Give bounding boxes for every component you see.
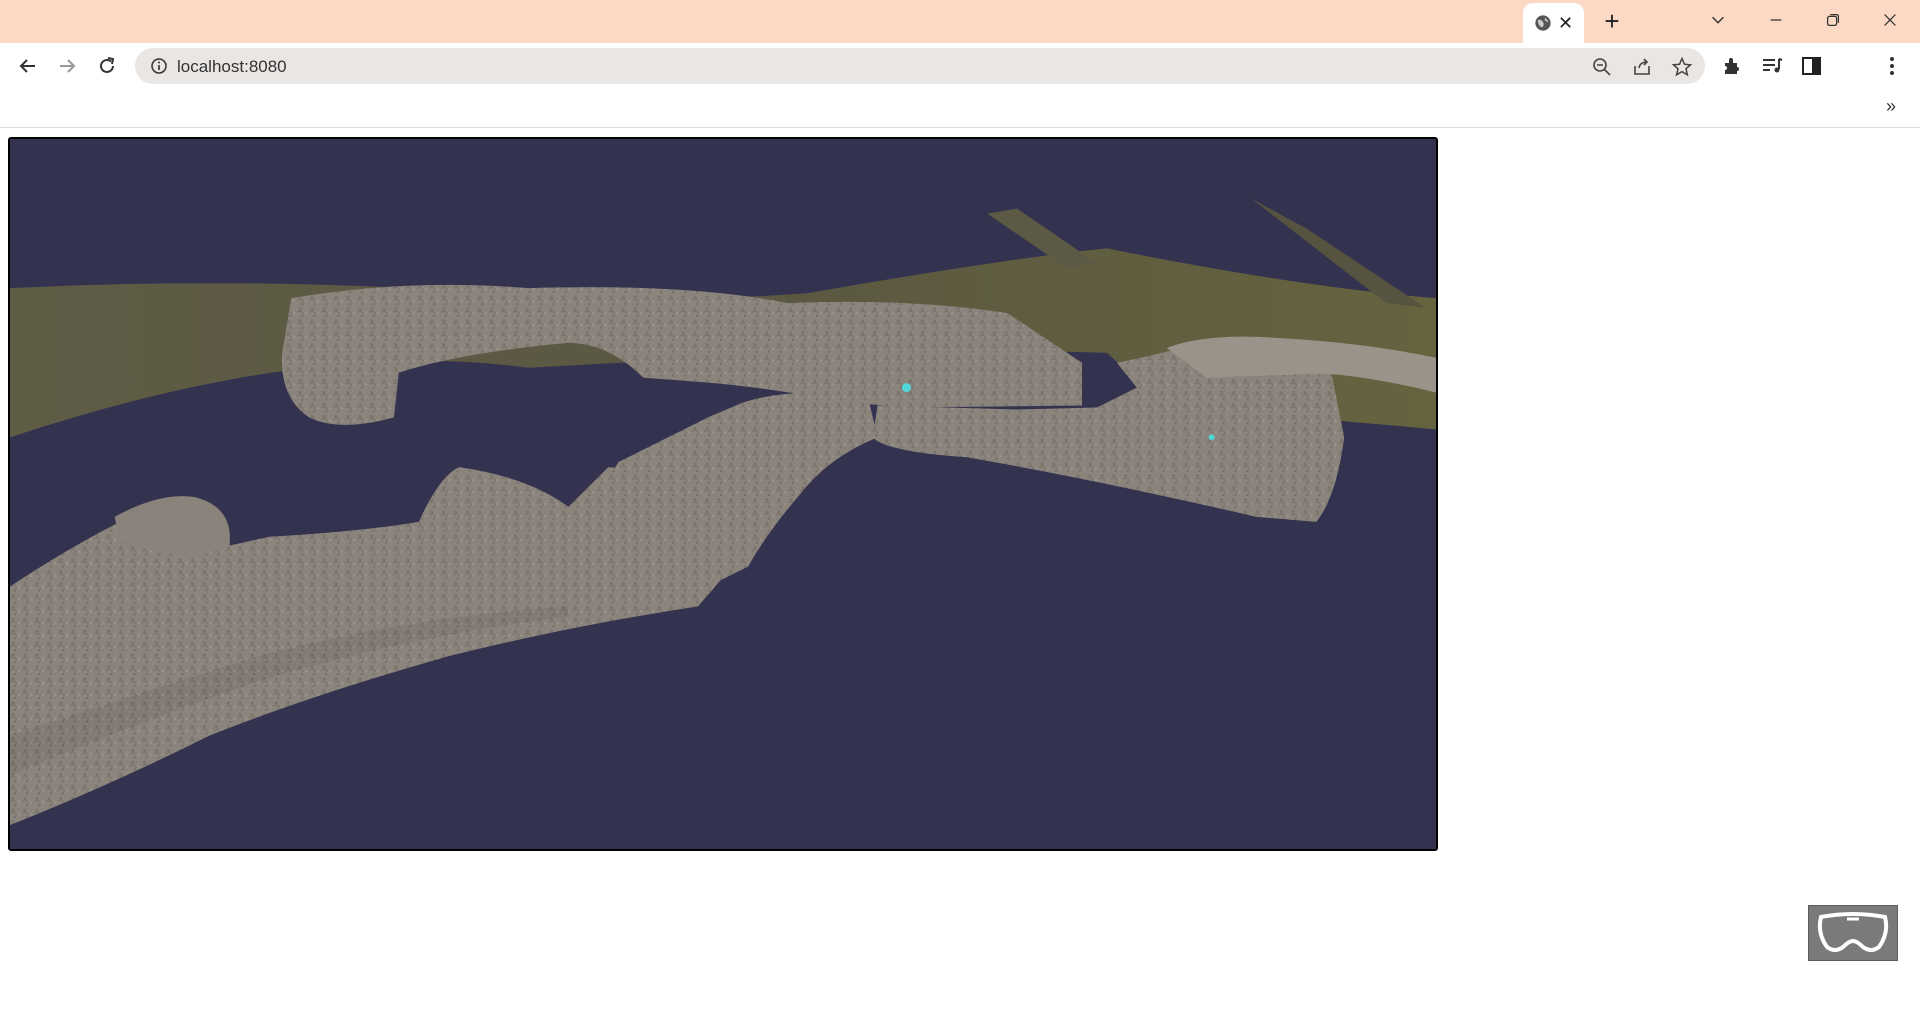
- restore-button[interactable]: [1805, 0, 1861, 40]
- globe-icon: [1535, 15, 1551, 31]
- info-icon[interactable]: [149, 56, 169, 76]
- back-icon: [19, 59, 35, 73]
- page-content: [0, 128, 1920, 1018]
- bookmarks-overflow-button[interactable]: »: [1886, 96, 1896, 117]
- star-icon[interactable]: [1671, 56, 1693, 78]
- reading-list-icon[interactable]: [1760, 54, 1784, 78]
- active-tab[interactable]: ✕: [1523, 3, 1584, 43]
- back-button[interactable]: [12, 50, 44, 82]
- reload-button[interactable]: [91, 50, 123, 82]
- restore-icon: [1826, 13, 1840, 27]
- forward-icon: [60, 59, 76, 73]
- minimize-icon: [1770, 19, 1782, 21]
- vr-headset-icon: [1817, 912, 1889, 952]
- chevron-down-icon: [1712, 16, 1724, 24]
- marker-2: [1208, 434, 1215, 441]
- enter-vr-button[interactable]: [1808, 905, 1898, 961]
- minimize-button[interactable]: [1748, 0, 1804, 40]
- share-icon[interactable]: [1631, 56, 1653, 78]
- cave-scene: [10, 198, 1436, 826]
- new-tab-button[interactable]: +: [1598, 7, 1626, 35]
- zoom-out-icon[interactable]: [1591, 56, 1613, 78]
- title-bar: ✕ +: [0, 0, 1920, 43]
- tab-close-button[interactable]: ✕: [1558, 14, 1573, 32]
- bookmarks-bar: »: [0, 88, 1920, 128]
- marker-1: [901, 383, 911, 393]
- close-icon: [1884, 14, 1896, 26]
- reload-icon: [100, 57, 115, 73]
- side-panel-icon[interactable]: [1800, 54, 1824, 78]
- toolbar: localhost:8080: [0, 43, 1920, 88]
- url-text[interactable]: localhost:8080: [177, 57, 287, 77]
- tab-search-button[interactable]: [1690, 0, 1746, 40]
- address-bar[interactable]: localhost:8080: [135, 48, 1705, 84]
- extensions-icon[interactable]: [1720, 54, 1744, 78]
- 3d-scene-canvas[interactable]: [8, 137, 1438, 851]
- forward-button[interactable]: [51, 50, 83, 82]
- close-window-button[interactable]: [1862, 0, 1918, 40]
- menu-icon[interactable]: [1880, 54, 1904, 78]
